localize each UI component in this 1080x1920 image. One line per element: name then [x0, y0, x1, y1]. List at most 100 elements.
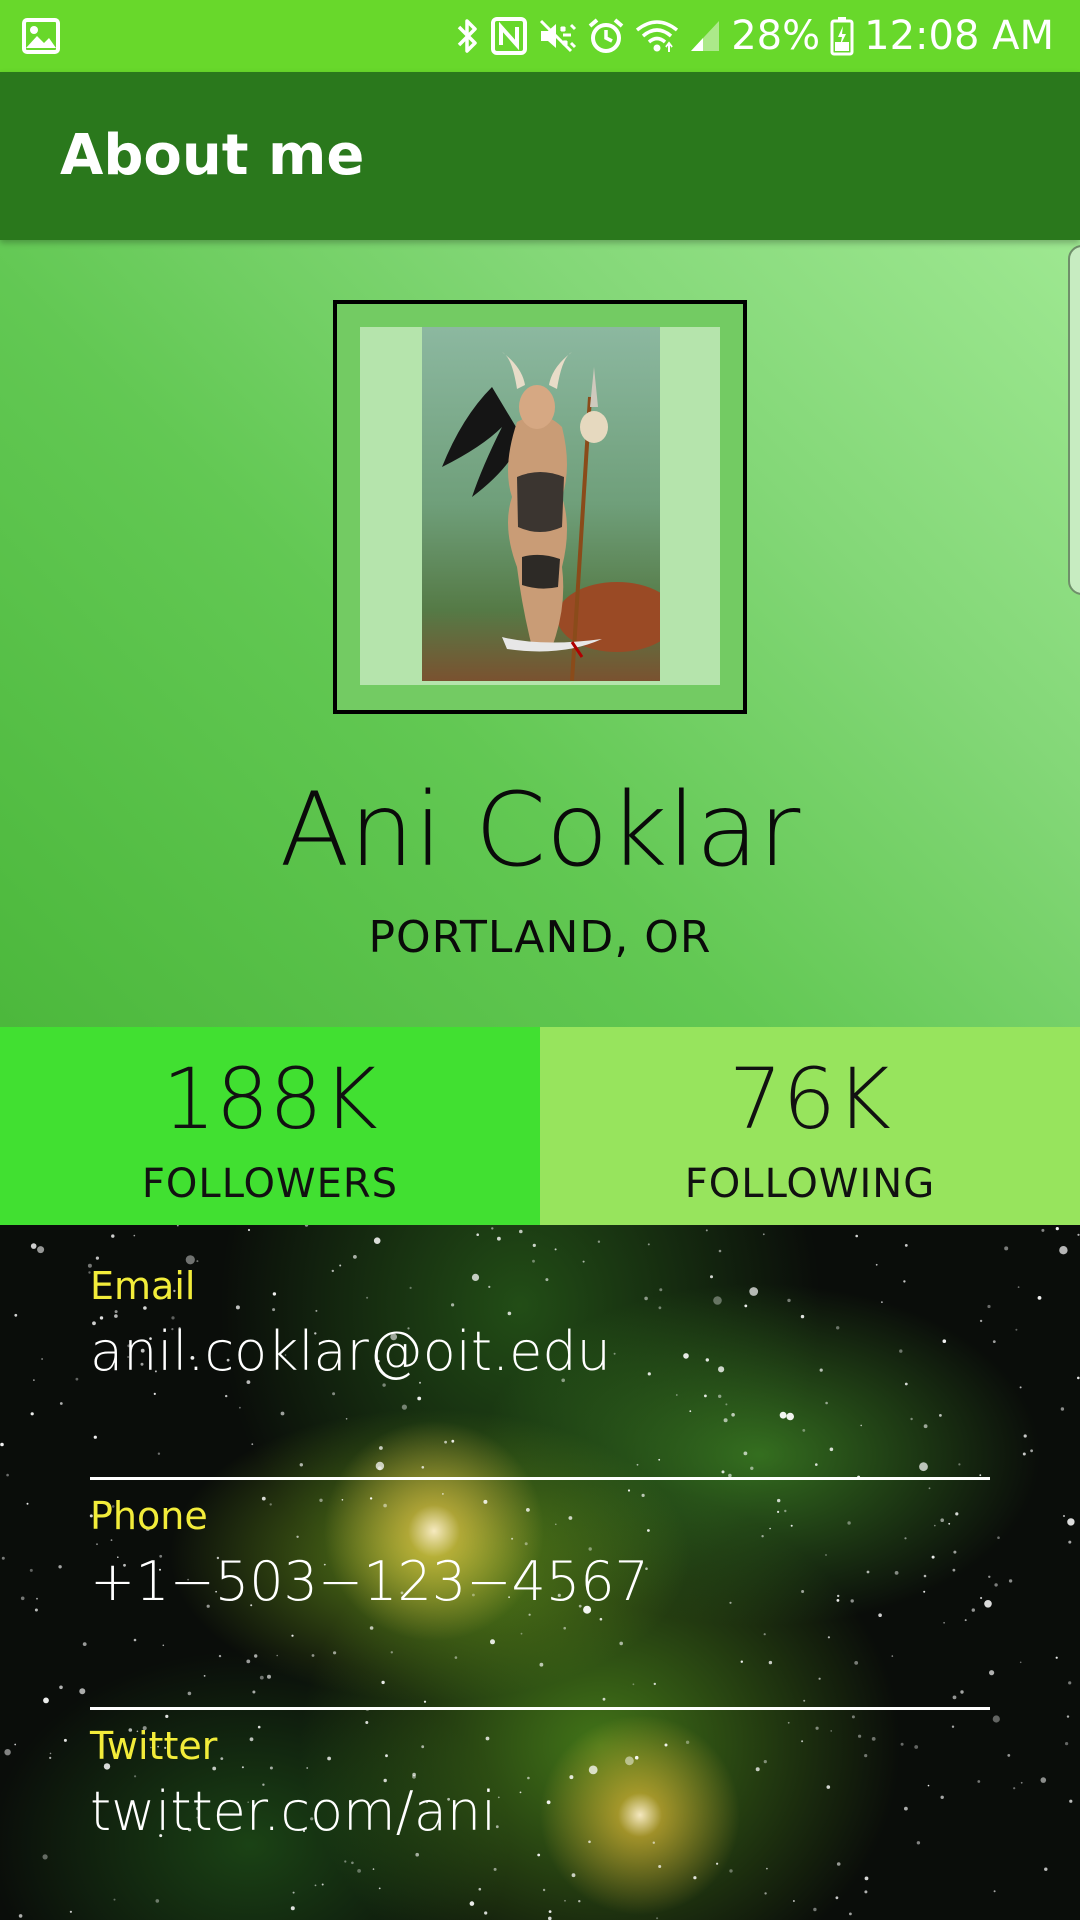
- star: [423, 1700, 427, 1703]
- star: [339, 1264, 342, 1267]
- star: [766, 1867, 768, 1870]
- app-bar: About me: [0, 72, 1080, 240]
- star: [582, 1260, 585, 1263]
- star: [524, 1542, 528, 1546]
- star: [900, 1742, 904, 1746]
- star: [647, 1243, 650, 1246]
- star: [546, 1800, 551, 1805]
- star: [357, 1869, 361, 1873]
- star: [860, 1424, 862, 1427]
- star: [1055, 1656, 1058, 1659]
- star: [602, 1697, 606, 1701]
- email-divider: [90, 1477, 990, 1480]
- star: [296, 1535, 299, 1538]
- star: [1007, 1754, 1011, 1757]
- star: [0, 1442, 4, 1447]
- star: [836, 1862, 841, 1866]
- star: [704, 1394, 707, 1398]
- clock-time: 12:08 AM: [864, 13, 1054, 59]
- star: [948, 1522, 951, 1525]
- star: [327, 1756, 331, 1761]
- star: [928, 1487, 931, 1490]
- star: [545, 1278, 549, 1282]
- star: [939, 1414, 942, 1417]
- star: [777, 1510, 780, 1513]
- star: [290, 1906, 295, 1911]
- star: [1077, 1376, 1080, 1380]
- star: [1, 1556, 5, 1560]
- star: [658, 1865, 662, 1868]
- twitter-label: Twitter: [90, 1724, 218, 1768]
- star: [220, 1757, 224, 1760]
- star: [1015, 1328, 1018, 1331]
- star: [1068, 1540, 1072, 1544]
- following-stat[interactable]: 76K FOLLOWING: [540, 1027, 1080, 1225]
- star: [705, 1229, 708, 1232]
- star: [952, 1695, 957, 1700]
- star: [165, 1714, 169, 1718]
- star: [923, 1574, 927, 1578]
- star: [894, 1571, 899, 1575]
- star: [718, 1249, 722, 1253]
- twitter-value: twitter.com/ani: [90, 1780, 497, 1843]
- star: [891, 1655, 894, 1657]
- star: [718, 1366, 725, 1373]
- star: [829, 1447, 834, 1452]
- star: [29, 1568, 33, 1572]
- star: [992, 1715, 1000, 1723]
- star: [20, 1596, 25, 1601]
- star: [14, 1743, 17, 1746]
- star: [964, 1619, 967, 1622]
- star: [311, 1654, 315, 1657]
- star: [563, 1626, 566, 1630]
- star: [304, 1225, 309, 1227]
- star: [987, 1304, 991, 1309]
- star: [366, 1296, 369, 1299]
- star: [979, 1319, 983, 1323]
- star: [353, 1255, 357, 1259]
- star: [864, 1876, 869, 1881]
- star: [246, 1659, 251, 1664]
- edge-panel-handle[interactable]: [1068, 245, 1080, 595]
- avatar[interactable]: [333, 300, 747, 714]
- star: [910, 1417, 913, 1421]
- star: [656, 1917, 659, 1920]
- battery-icon: [830, 16, 854, 56]
- star: [940, 1795, 944, 1799]
- star: [647, 1372, 651, 1376]
- star: [801, 1740, 804, 1743]
- wifi-icon: [635, 18, 679, 54]
- star: [476, 1233, 480, 1236]
- star: [1019, 1661, 1022, 1664]
- star: [953, 1550, 957, 1554]
- star: [762, 1233, 765, 1236]
- star: [588, 1840, 591, 1844]
- star: [155, 1899, 160, 1903]
- star: [723, 1418, 728, 1423]
- star: [652, 1841, 655, 1844]
- star: [306, 1767, 309, 1769]
- star: [793, 1900, 795, 1902]
- star: [1055, 1227, 1059, 1231]
- star: [26, 1502, 29, 1505]
- star: [280, 1411, 285, 1416]
- star: [373, 1237, 381, 1244]
- star: [787, 1298, 791, 1303]
- alarm-icon: [587, 17, 625, 55]
- star: [952, 1568, 956, 1572]
- star: [619, 1641, 623, 1646]
- star: [369, 1497, 373, 1500]
- star: [997, 1536, 1000, 1539]
- star: [378, 1887, 381, 1890]
- star: [634, 1755, 639, 1760]
- star: [1077, 1233, 1080, 1236]
- star: [520, 1632, 523, 1635]
- star: [555, 1523, 557, 1526]
- star: [490, 1639, 495, 1645]
- star: [272, 1308, 276, 1312]
- star: [315, 1309, 318, 1312]
- followers-stat[interactable]: 188K FOLLOWERS: [0, 1027, 540, 1225]
- star: [943, 1622, 945, 1624]
- star: [484, 1911, 488, 1915]
- star: [613, 1352, 616, 1355]
